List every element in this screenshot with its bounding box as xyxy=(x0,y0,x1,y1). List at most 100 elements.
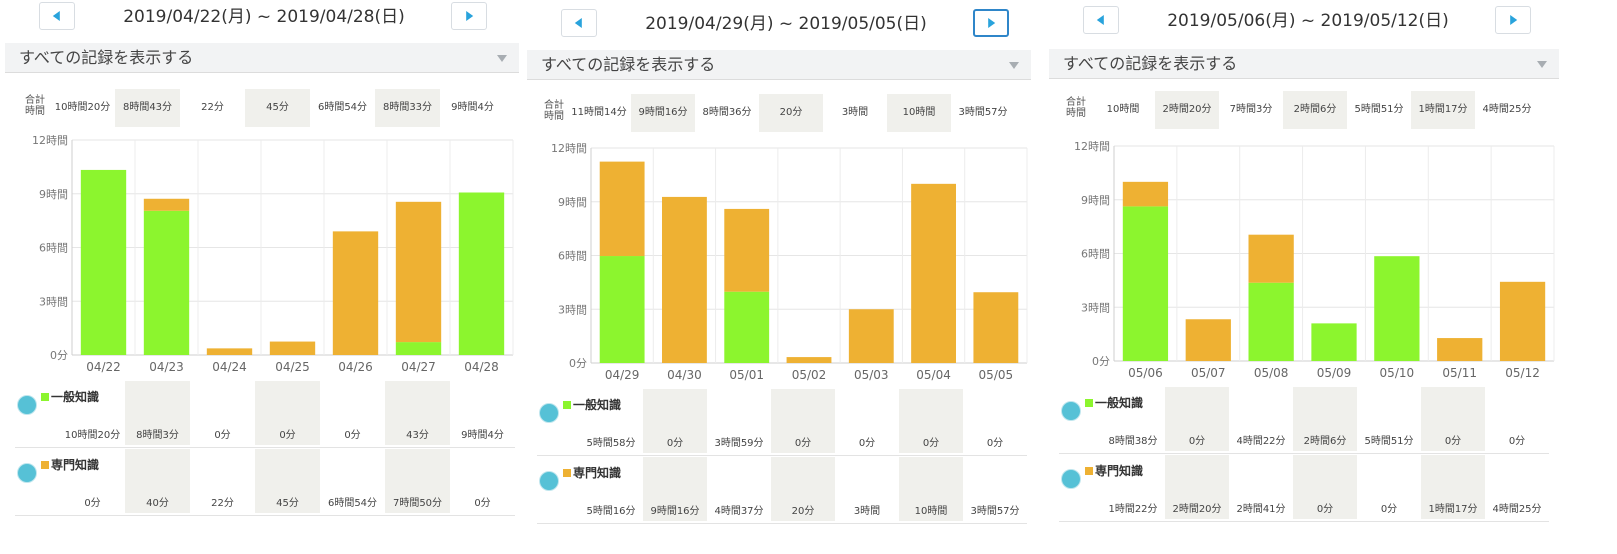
x-tick-label: 04/27 xyxy=(401,360,436,374)
week-panel: 2019/05/06(月) ~ 2019/05/12(日) すべての記録を表示する… xyxy=(1049,0,1579,554)
week-panel: 2019/04/22(月) ~ 2019/04/28(日) すべての記録を表示する… xyxy=(5,0,535,554)
chevron-down-icon xyxy=(1537,61,1547,68)
x-tick-label: 04/22 xyxy=(86,360,121,374)
x-tick-label: 04/30 xyxy=(667,368,702,382)
bar-general xyxy=(458,192,505,355)
daily-value: 5時間16分 xyxy=(586,506,636,517)
user-avatar-icon xyxy=(1061,401,1081,421)
y-tick-label: 6時間 xyxy=(558,250,587,263)
bar-specialized xyxy=(143,198,190,211)
bar-specialized xyxy=(206,348,253,355)
y-tick-label: 3時間 xyxy=(558,303,587,316)
bar-general xyxy=(1311,323,1357,361)
user-avatar-icon xyxy=(17,463,37,483)
y-tick-label: 0分 xyxy=(1092,355,1110,368)
user-avatar-icon xyxy=(539,403,559,423)
stacked-bar-chart: 0分 3時間 6時間 9時間 12時間 04/22 04/23 04/24 04/25 04/26… xyxy=(32,134,514,374)
record-filter-dropdown[interactable]: すべての記録を表示する xyxy=(527,50,1031,80)
bar-general xyxy=(1248,282,1294,361)
legend-series-name: 一般知識 xyxy=(1095,396,1144,410)
bar-specialized xyxy=(1499,281,1546,361)
daily-value: 3時間57分 xyxy=(970,506,1020,517)
next-week-button[interactable] xyxy=(1495,6,1531,34)
daily-value: 9時間4分 xyxy=(461,430,504,441)
x-tick-label: 05/10 xyxy=(1380,366,1415,380)
daily-value: 4時間22分 xyxy=(1236,436,1286,447)
daily-total: 20分 xyxy=(759,94,823,132)
daily-totals-row: 合計 時間 11時間14分 9時間16分 8時間36分 20分 3時間 10時間 3時間57分 xyxy=(539,94,1027,132)
daily-value: 45分 xyxy=(276,498,299,509)
x-tick-label: 04/29 xyxy=(605,368,640,382)
daily-value: 0分 xyxy=(214,430,231,441)
legend-swatch xyxy=(1085,467,1093,475)
daily-total: 4時間25分 xyxy=(1482,104,1532,115)
x-tick-label: 05/11 xyxy=(1442,366,1477,380)
row-divider xyxy=(1059,453,1549,454)
bar-general xyxy=(395,342,442,355)
next-week-button[interactable] xyxy=(973,9,1009,37)
prev-week-button[interactable] xyxy=(561,9,597,37)
x-tick-label: 05/08 xyxy=(1254,366,1289,380)
daily-value: 8時間38分 xyxy=(1108,436,1158,447)
record-filter-label: すべての記録を表示する xyxy=(1063,54,1238,73)
chevron-left-icon xyxy=(52,11,60,21)
daily-total: 3時間 xyxy=(841,107,869,118)
daily-value: 0分 xyxy=(794,438,812,449)
daily-value: 0分 xyxy=(922,438,940,449)
daily-value: 5時間58分 xyxy=(586,438,636,449)
prev-week-button[interactable] xyxy=(39,2,75,30)
legend-swatch xyxy=(41,461,49,469)
y-tick-label: 12時間 xyxy=(1074,140,1110,153)
daily-total: 45分 xyxy=(245,89,310,127)
x-tick-label: 05/12 xyxy=(1505,366,1540,380)
record-filter-dropdown[interactable]: すべての記録を表示する xyxy=(1049,49,1559,79)
legend-swatch xyxy=(41,393,49,401)
daily-total: 7時間3分 xyxy=(1229,104,1273,115)
daily-value: 1時間17分 xyxy=(1428,504,1478,515)
daily-value: 10時間 xyxy=(914,506,948,517)
daily-value: 7時間50分 xyxy=(392,498,443,509)
x-tick-label: 04/25 xyxy=(275,360,310,374)
x-tick-label: 05/09 xyxy=(1317,366,1352,380)
daily-value: 0分 xyxy=(84,498,101,509)
daily-total: 10時間 xyxy=(1106,104,1140,115)
x-tick-label: 05/04 xyxy=(916,368,951,382)
y-tick-label: 12時間 xyxy=(551,142,587,155)
daily-total: 8時間33分 xyxy=(375,89,440,127)
bar-specialized xyxy=(911,183,956,363)
bar-specialized xyxy=(1248,234,1294,283)
x-tick-label: 05/06 xyxy=(1128,366,1163,380)
daily-total: 2時間6分 xyxy=(1283,91,1347,129)
daily-total: 6時間54分 xyxy=(317,102,368,113)
daily-value: 0分 xyxy=(279,430,296,441)
bar-general xyxy=(1122,206,1169,361)
user-avatar-icon xyxy=(1061,469,1081,489)
daily-value: 0分 xyxy=(858,438,876,449)
record-filter-label: すべての記録を表示する xyxy=(19,48,194,67)
daily-value: 5時間51分 xyxy=(1364,436,1414,447)
daily-value: 0分 xyxy=(474,498,491,509)
record-filter-dropdown[interactable]: すべての記録を表示する xyxy=(5,43,519,73)
daily-value: 3時間 xyxy=(853,506,881,517)
daily-total: 5時間51分 xyxy=(1354,104,1404,115)
x-tick-label: 04/23 xyxy=(149,360,184,374)
chevron-left-icon xyxy=(1096,15,1104,25)
daily-value: 6時間54分 xyxy=(327,498,378,509)
daily-value: 2時間41分 xyxy=(1236,504,1286,515)
bar-specialized xyxy=(662,196,707,363)
bar-specialized xyxy=(332,231,379,355)
bar-specialized xyxy=(395,201,442,343)
daily-total: 2時間20分 xyxy=(1155,91,1219,129)
y-tick-label: 6時間 xyxy=(1081,248,1110,261)
bar-general xyxy=(143,210,190,355)
daily-value: 2時間20分 xyxy=(1172,504,1222,515)
daily-total: 11時間14分 xyxy=(571,107,627,118)
prev-week-button[interactable] xyxy=(1083,6,1119,34)
bar-specialized xyxy=(1185,319,1231,361)
daily-total: 10時間20分 xyxy=(54,102,111,113)
bar-general xyxy=(1374,256,1420,361)
row-divider xyxy=(1059,521,1549,522)
next-week-button[interactable] xyxy=(451,2,487,30)
y-tick-label: 12時間 xyxy=(32,134,68,147)
daily-totals-row: 合計 時間 10時間20分 8時間43分 22分 45分 6時間54分 8時間33分 9時間4分 xyxy=(20,89,520,127)
